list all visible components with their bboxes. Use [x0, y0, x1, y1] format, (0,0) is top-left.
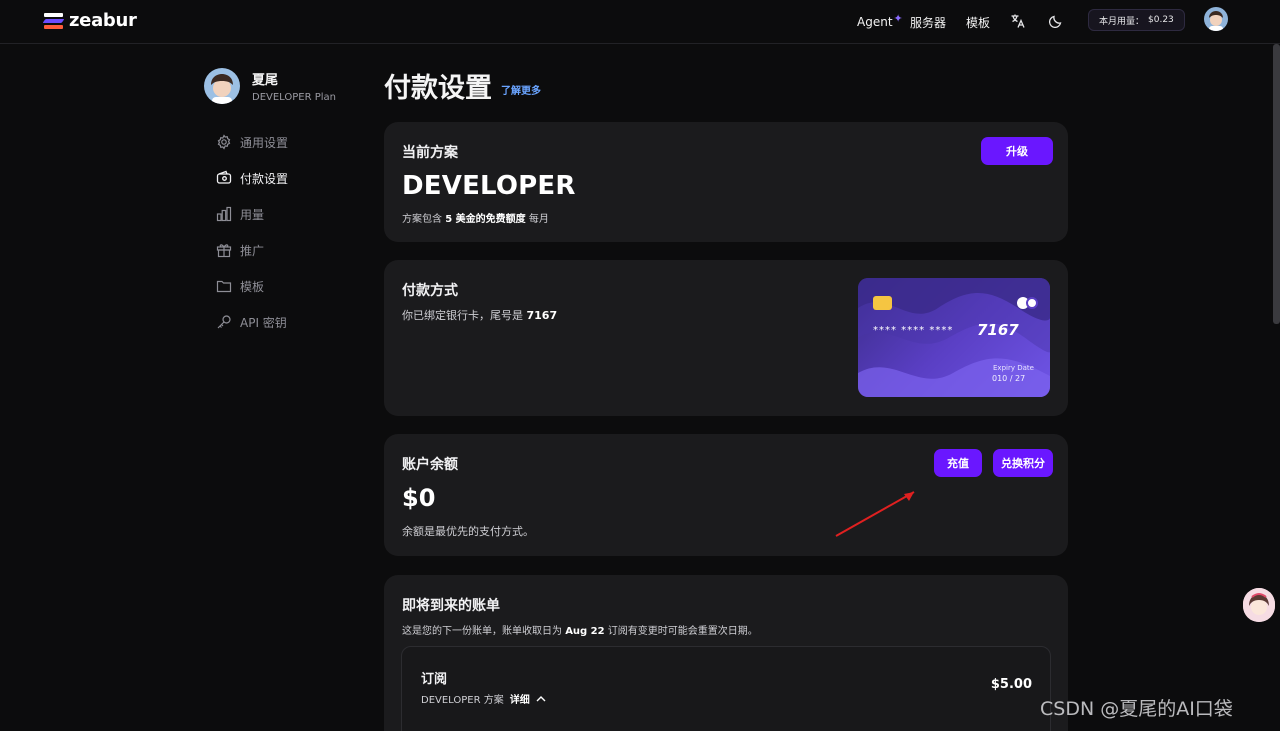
- sidebar-item-label: 通用设置: [240, 135, 289, 150]
- card-last4: 7167: [977, 321, 1019, 339]
- folder-icon: [216, 280, 232, 293]
- page-title: 付款设置: [384, 73, 492, 104]
- nav-servers[interactable]: 服务器: [910, 0, 946, 44]
- profile-summary: 夏尾 DEVELOPER Plan: [204, 68, 336, 104]
- language-icon[interactable]: [1008, 11, 1028, 31]
- card-masked-number: **** **** ****: [873, 325, 954, 336]
- user-avatar[interactable]: [1204, 7, 1228, 31]
- avatar: [204, 68, 240, 104]
- subscription-title: 订阅: [421, 672, 448, 687]
- card-expiry: 010 / 27: [992, 374, 1026, 383]
- nav-servers-label: 服务器: [910, 15, 947, 30]
- recharge-button[interactable]: 充值: [934, 449, 982, 477]
- plan-free-credit: 5 美金的免费额度: [445, 214, 526, 225]
- balance-heading: 账户余额: [402, 457, 458, 473]
- nav-agent[interactable]: Agent ✦: [857, 0, 903, 44]
- monthly-usage-badge[interactable]: 本月用量： $0.23: [1088, 9, 1185, 31]
- sidebar-item-label: 付款设置: [240, 171, 289, 186]
- brand-name: zeabur: [69, 10, 137, 31]
- current-plan-heading: 当前方案: [402, 145, 458, 161]
- annotation-arrow-icon: [835, 491, 915, 537]
- sidebar-item-referral[interactable]: 推广: [216, 232, 366, 268]
- gear-icon: [217, 134, 231, 150]
- sidebar-item-templates[interactable]: 模板: [216, 268, 366, 304]
- credit-card-graphic: **** **** **** 7167 Expiry Date 010 / 27: [858, 278, 1050, 397]
- card-network-icon: [1017, 297, 1038, 309]
- upcoming-bill-heading: 即将到来的账单: [402, 598, 500, 614]
- subscription-plan-row: DEVELOPER 方案 详细: [421, 691, 546, 706]
- usage-value: $0.23: [1148, 15, 1174, 25]
- payment-method-card: 付款方式 你已绑定银行卡，尾号是 7167 **** **** **** 716…: [384, 260, 1068, 416]
- subscription-plan: DEVELOPER 方案: [421, 695, 504, 706]
- card-expiry-label: Expiry Date: [993, 364, 1034, 372]
- bill-note-suffix: 订阅有变更时可能会重置次日期。: [607, 626, 758, 637]
- account-balance-card: 账户余额 充值 兑换积分 $0 余额是最优先的支付方式。: [384, 434, 1068, 556]
- learn-more-link[interactable]: 了解更多: [501, 82, 541, 97]
- sidebar-item-usage[interactable]: 用量: [216, 196, 366, 232]
- zeabur-logo[interactable]: zeabur: [42, 10, 137, 31]
- chevron-up-icon[interactable]: [536, 695, 546, 703]
- nav-templates-label: 模板: [966, 15, 991, 30]
- top-bar: zeabur Agent ✦ 服务器 模板 本月用量： $0.23: [0, 0, 1280, 44]
- assistant-avatar-icon: [1243, 588, 1275, 622]
- user-plan: DEVELOPER Plan: [252, 92, 337, 103]
- settings-nav: 通用设置 付款设置 用量 推广 模板 API 密钥: [216, 124, 366, 340]
- sidebar-item-billing[interactable]: 付款设置: [216, 160, 366, 196]
- current-plan-card: 当前方案 升级 DEVELOPER 方案包含 5 美金的免费额度 每月: [384, 122, 1068, 242]
- key-icon: [217, 315, 231, 329]
- zeabur-logo-icon: [42, 12, 65, 29]
- sparkle-icon: ✦: [893, 11, 903, 25]
- nav-templates[interactable]: 模板: [966, 0, 990, 44]
- bill-note-prefix: 这是您的下一份账单，账单收取日为: [402, 626, 562, 637]
- plan-note-suffix: 每月: [528, 214, 549, 225]
- moon-icon[interactable]: [1046, 11, 1066, 31]
- plan-note-prefix: 方案包含: [402, 214, 442, 225]
- upcoming-bill-card: 即将到来的账单 这是您的下一份账单，账单收取日为 Aug 22 订阅有变更时可能…: [384, 575, 1068, 731]
- gift-icon: [216, 244, 232, 258]
- upgrade-button[interactable]: 升级: [981, 137, 1053, 165]
- payment-note-prefix: 你已绑定银行卡，尾号是: [402, 309, 523, 322]
- plan-note: 方案包含 5 美金的免费额度 每月: [402, 210, 549, 225]
- sidebar-item-general[interactable]: 通用设置: [216, 124, 366, 160]
- subscription-box: 订阅 DEVELOPER 方案 详细 $5.00: [401, 646, 1051, 731]
- nav-agent-label: Agent: [857, 15, 893, 29]
- subscription-price: $5.00: [990, 677, 1032, 692]
- sidebar-item-label: 推广: [240, 243, 265, 258]
- watermark-text: CSDN @夏尾的AI口袋: [1040, 698, 1233, 720]
- upcoming-bill-note: 这是您的下一份账单，账单收取日为 Aug 22 订阅有变更时可能会重置次日期。: [402, 622, 758, 637]
- bar-chart-icon: [216, 206, 232, 222]
- user-name: 夏尾: [252, 73, 279, 88]
- balance-note: 余额是最优先的支付方式。: [402, 525, 534, 538]
- redeem-points-button[interactable]: 兑换积分: [993, 449, 1053, 477]
- plan-name: DEVELOPER: [402, 171, 576, 201]
- sidebar-item-label: 用量: [240, 207, 265, 222]
- sidebar-item-label: API 密钥: [240, 315, 287, 330]
- balance-amount: $0: [402, 484, 436, 512]
- usage-label: 本月用量：: [1099, 16, 1145, 27]
- scrollbar[interactable]: [1273, 44, 1280, 324]
- bill-date: Aug 22: [565, 626, 605, 637]
- payment-last4: 7167: [526, 309, 558, 322]
- card-chip-icon: [873, 296, 892, 310]
- assistant-widget[interactable]: [1243, 588, 1275, 622]
- sidebar-item-label: 模板: [240, 279, 265, 294]
- payment-method-heading: 付款方式: [402, 283, 458, 299]
- details-toggle[interactable]: 详细: [510, 691, 530, 706]
- sidebar-item-api-keys[interactable]: API 密钥: [216, 304, 366, 340]
- payment-method-note: 你已绑定银行卡，尾号是 7167: [402, 307, 557, 323]
- wallet-icon: [216, 170, 232, 184]
